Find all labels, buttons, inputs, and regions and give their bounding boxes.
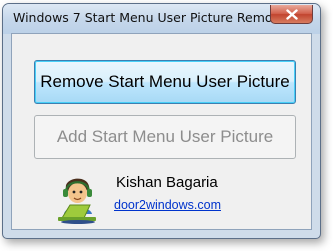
client-area: Remove Start Menu User Picture Add Start… <box>11 33 312 230</box>
app-window: Windows 7 Start Menu User Picture Remove… <box>2 3 321 239</box>
remove-picture-button[interactable]: Remove Start Menu User Picture <box>34 60 296 104</box>
close-button[interactable] <box>270 5 313 24</box>
title-bar[interactable]: Windows 7 Start Menu User Picture Remove… <box>3 4 320 34</box>
window-title: Windows 7 Start Menu User Picture Remove… <box>13 10 293 25</box>
author-name: Kishan Bagaria <box>116 174 218 191</box>
author-website-link[interactable]: door2windows.com <box>114 198 221 212</box>
person-with-laptop-logo <box>58 178 96 224</box>
close-icon <box>285 8 298 20</box>
add-picture-button[interactable]: Add Start Menu User Picture <box>34 115 296 159</box>
